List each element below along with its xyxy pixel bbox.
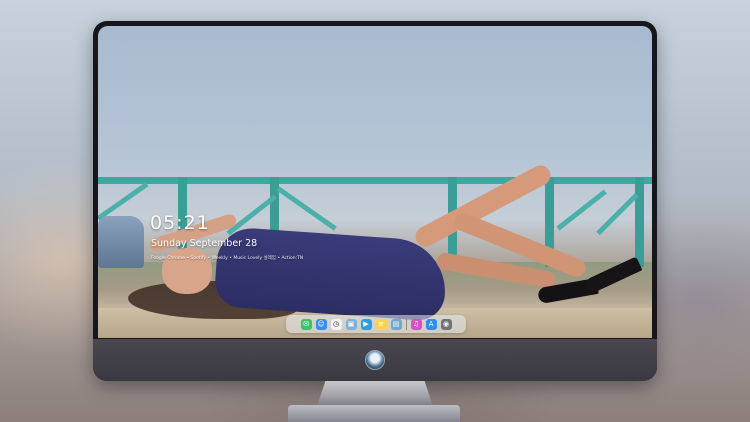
monitor-stand-base [288,405,460,422]
lock-screen-subline: Foogle Chrome • Spotify • Weekly • Music… [151,256,304,261]
messages-icon[interactable]: ✉ [300,318,312,330]
camera-icon[interactable]: ◉ [440,318,452,330]
notes-icon[interactable]: ≡ [375,318,387,330]
clock-icon[interactable]: ◷ [330,318,342,330]
app-store-icon[interactable]: A [425,318,437,330]
video-icon[interactable]: ▶ [360,318,372,330]
monitor-logo-icon [365,350,385,370]
preview-icon[interactable]: ▣ [345,318,357,330]
wallpaper-fence-brace [556,189,607,231]
dock-separator [405,318,407,330]
wallpaper-fence-brace [596,192,639,236]
wallpaper-fence-brace [276,186,337,231]
wallpaper-car [98,216,144,268]
lock-screen-date: Sunday September 28 [151,238,258,249]
lock-screen[interactable]: 05:21 Sunday September 28 Foogle Chrome … [98,26,652,338]
wallpaper-fence-post [635,177,644,267]
music-icon[interactable]: ♫ [410,318,422,330]
lock-screen-clock: 05:21 [150,212,210,234]
dock: ✉ ☺ ◷ ▣ ▶ ≡ ▤ ♫ A ◉ [286,315,466,333]
wallpaper-fence-brace [98,182,149,221]
finder-icon[interactable]: ☺ [315,318,327,330]
photos-icon[interactable]: ▤ [390,318,402,330]
